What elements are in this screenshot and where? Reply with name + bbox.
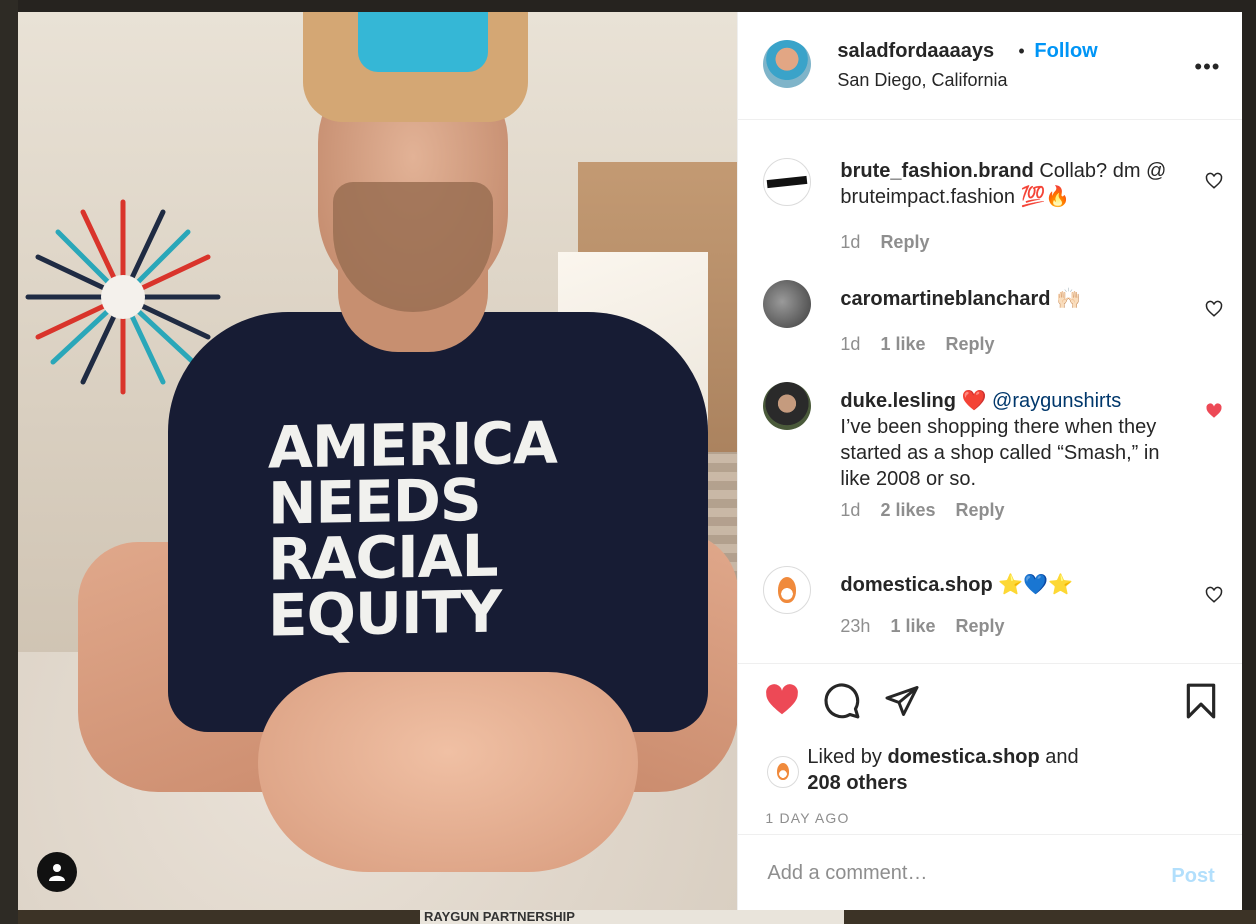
liked-by-prefix: Liked by bbox=[807, 746, 882, 768]
add-comment-bar: Post bbox=[738, 835, 1242, 910]
comment-emoji: ❤️ bbox=[961, 390, 987, 412]
liked-by-user[interactable]: domestica.shop bbox=[887, 746, 1039, 768]
comment-content: ⭐💙⭐ bbox=[998, 574, 1073, 596]
reply-button[interactable]: Reply bbox=[956, 616, 1005, 637]
post-comment-button[interactable]: Post bbox=[1171, 865, 1214, 888]
reply-button[interactable]: Reply bbox=[955, 500, 1004, 521]
comment-username[interactable]: brute_fashion.brand bbox=[840, 160, 1033, 182]
author-username[interactable]: saladfordaaaays bbox=[837, 40, 994, 63]
more-options-icon[interactable]: ••• bbox=[1194, 54, 1220, 80]
comment-text: caromartineblanchard 🙌🏻 bbox=[840, 286, 1180, 312]
comment-likes[interactable]: 1 like bbox=[880, 334, 925, 355]
post-location[interactable]: San Diego, California bbox=[837, 70, 1007, 91]
comment-username[interactable]: domestica.shop bbox=[840, 574, 992, 596]
heart-filled-icon[interactable] bbox=[763, 682, 801, 718]
photo-cap-top bbox=[358, 12, 488, 72]
comments-list[interactable]: brute_fashion.brand Collab? dm @ bruteim… bbox=[738, 120, 1242, 664]
comment-avatar[interactable] bbox=[763, 566, 812, 614]
comment-avatar[interactable] bbox=[763, 280, 812, 328]
post-header: saladfordaaaays • Follow San Diego, Cali… bbox=[738, 12, 1242, 120]
post-photo[interactable]: AMERICA NEEDS RACIAL EQUITY bbox=[18, 12, 738, 910]
post-modal: AMERICA NEEDS RACIAL EQUITY saladfordaaa… bbox=[18, 12, 1242, 910]
comment-likes[interactable]: 1 like bbox=[890, 616, 935, 637]
comment-meta: 1d Reply bbox=[840, 232, 929, 253]
comment-username[interactable]: caromartineblanchard bbox=[840, 288, 1050, 310]
comment-content: I’ve been shopping there when they start… bbox=[840, 416, 1160, 490]
author-avatar[interactable] bbox=[763, 40, 812, 88]
comment-text: domestica.shop ⭐💙⭐ bbox=[840, 572, 1180, 598]
comment-time[interactable]: 23h bbox=[840, 616, 870, 637]
comment-text: duke.lesling ❤️ @raygunshirts I’ve been … bbox=[840, 388, 1180, 492]
comment-input[interactable] bbox=[765, 861, 1150, 886]
shirt-line: EQUITY bbox=[268, 577, 502, 650]
post-actions: Liked by domestica.shop and 208 others 1… bbox=[738, 664, 1242, 835]
comment-time[interactable]: 1d bbox=[840, 334, 860, 355]
comment-icon[interactable] bbox=[823, 682, 861, 720]
post-timestamp[interactable]: 1 DAY AGO bbox=[765, 810, 849, 826]
comment-username[interactable]: duke.lesling bbox=[840, 390, 956, 412]
reply-button[interactable]: Reply bbox=[880, 232, 929, 253]
user-icon bbox=[49, 864, 65, 881]
photo-shirt-text: AMERICA NEEDS RACIAL EQUITY bbox=[268, 409, 568, 650]
comment-time[interactable]: 1d bbox=[840, 232, 860, 253]
heart-outline-icon[interactable] bbox=[1205, 172, 1223, 190]
comment-meta: 1d 2 likes Reply bbox=[840, 500, 1004, 521]
heart-outline-icon[interactable] bbox=[1205, 586, 1223, 604]
header-separator: • bbox=[1018, 41, 1025, 61]
comment-avatar[interactable] bbox=[763, 158, 812, 206]
comment-likes[interactable]: 2 likes bbox=[880, 500, 935, 521]
background-caption-fragment: RAYGUN PARTNERSHIP bbox=[420, 910, 844, 924]
liked-by-and: and bbox=[1045, 746, 1079, 768]
comment-meta: 1d 1 like Reply bbox=[840, 334, 994, 355]
comment-text: brute_fashion.brand Collab? dm @ bruteim… bbox=[840, 158, 1180, 210]
user-tags-button[interactable] bbox=[37, 852, 77, 892]
bookmark-icon[interactable] bbox=[1184, 682, 1218, 720]
share-icon[interactable] bbox=[883, 683, 921, 719]
comment-meta: 23h 1 like Reply bbox=[840, 616, 1004, 637]
liker-avatar[interactable] bbox=[767, 756, 800, 788]
follow-button[interactable]: Follow bbox=[1034, 40, 1097, 63]
comment-content: 🙌🏻 bbox=[1056, 288, 1081, 310]
post-side-panel: saladfordaaaays • Follow San Diego, Cali… bbox=[737, 12, 1242, 910]
photo-hands bbox=[258, 672, 638, 872]
heart-outline-icon[interactable] bbox=[1205, 300, 1223, 318]
likes-others-link[interactable]: 208 others bbox=[807, 772, 907, 794]
comment-mention[interactable]: @raygunshirts bbox=[992, 390, 1121, 412]
comment-avatar[interactable] bbox=[763, 382, 812, 430]
heart-filled-icon[interactable] bbox=[1205, 402, 1223, 420]
reply-button[interactable]: Reply bbox=[945, 334, 994, 355]
comment-time[interactable]: 1d bbox=[840, 500, 860, 521]
likes-summary: Liked by domestica.shop and 208 others bbox=[807, 744, 1137, 796]
